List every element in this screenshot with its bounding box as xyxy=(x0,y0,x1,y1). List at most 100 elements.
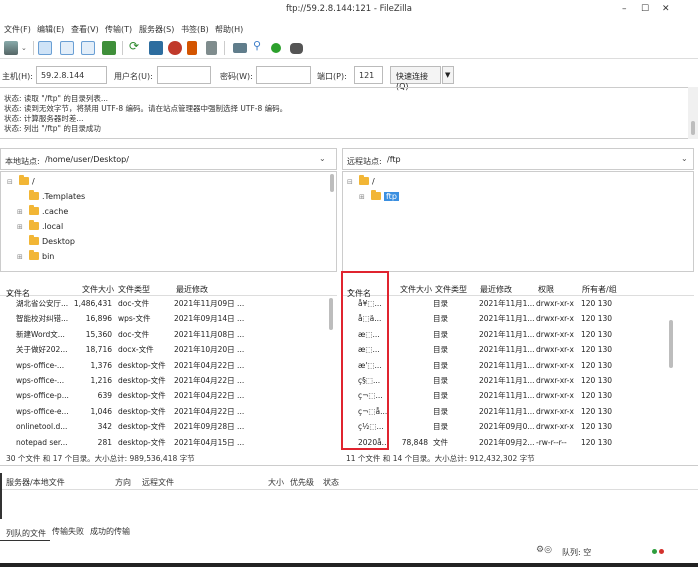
folder-icon xyxy=(29,235,39,245)
local-path-bar: 本地站点: /home/user/Desktop/ ⌄ xyxy=(0,148,337,170)
table-row[interactable]: wps-office-... 1,376 desktop-文件 2021年04月… xyxy=(0,358,326,373)
cancel-icon[interactable] xyxy=(168,41,182,55)
menu-server[interactable]: 服务器(S) xyxy=(139,24,174,35)
site-manager-icon[interactable] xyxy=(4,41,18,55)
quickconnect-button[interactable]: 快速连接(Q) xyxy=(390,66,441,91)
settings-gear-icon[interactable]: ⚙◎ xyxy=(536,545,552,555)
close-icon[interactable]: ✕ xyxy=(662,4,670,14)
sync-browse-icon[interactable] xyxy=(271,43,281,53)
password-label: 密码(W): xyxy=(220,72,253,81)
status-led-icon xyxy=(652,549,657,554)
local-path-input[interactable]: /home/user/Desktop/ xyxy=(41,153,333,167)
minimize-icon[interactable]: – xyxy=(622,4,627,14)
log-line: 状态: 列出 "/ftp" 的目录成功 xyxy=(4,124,101,133)
column-header-type[interactable]: 文件类型 xyxy=(435,284,467,295)
reconnect-icon[interactable] xyxy=(206,41,217,55)
dropdown-arrow-icon[interactable]: ▼ xyxy=(442,66,454,84)
queue-col-direction[interactable]: 方向 xyxy=(115,477,131,488)
menu-bar: 文件(F) 编辑(E) 查看(V) 传输(T) 服务器(S) 书签(B) 帮助(… xyxy=(0,22,698,36)
status-led-icon xyxy=(659,549,664,554)
menu-help[interactable]: 帮助(H) xyxy=(215,24,243,35)
folder-icon xyxy=(19,175,29,185)
queue-col-status[interactable]: 状态 xyxy=(323,477,339,488)
column-header-size[interactable]: 文件大小 xyxy=(400,284,432,295)
table-row[interactable]: æ⬚... 目录 2021年11月1... drwxr-xr-x 120 130 xyxy=(342,327,668,342)
message-log: 状态: 读取 "/ftp" 的目录列表... 状态: 读到无效字节，将禁用 UT… xyxy=(0,87,688,139)
local-tree-scrollbar[interactable] xyxy=(327,172,336,271)
column-header-size[interactable]: 文件大小 xyxy=(82,284,114,295)
table-row[interactable]: ç¬⬚å... 目录 2021年11月1... drwxr-xr-x 120 1… xyxy=(342,404,668,419)
toggle-log-icon[interactable] xyxy=(38,41,52,55)
dropdown-arrow-icon[interactable]: ⌄ xyxy=(21,44,29,58)
toggle-local-tree-icon[interactable] xyxy=(60,41,74,55)
chevron-down-icon[interactable]: ⌄ xyxy=(319,154,326,163)
remote-status: 11 个文件 和 14 个目录。大小总计: 912,432,302 字节 xyxy=(346,454,535,463)
toggle-queue-icon[interactable] xyxy=(102,41,116,55)
port-input[interactable]: 121 xyxy=(354,66,383,84)
table-row[interactable]: 湖北省公安厅... 1,486,431 doc-文件 2021年11月09日 .… xyxy=(0,296,326,311)
column-header-modified[interactable]: 最近修改 xyxy=(176,284,208,295)
maximize-icon[interactable]: ☐ xyxy=(641,4,649,14)
table-row[interactable]: 2020å... 78,848 文件 2021年09月2... -rw-r--r… xyxy=(342,435,668,450)
table-row[interactable]: ç¬⬚... 目录 2021年11月1... drwxr-xr-x 120 13… xyxy=(342,388,668,403)
remote-list-scrollbar[interactable] xyxy=(667,296,676,450)
menu-file[interactable]: 文件(F) xyxy=(4,24,31,35)
table-row[interactable]: å¥⬚... 目录 2021年11月1... drwxr-xr-x 120 13… xyxy=(342,296,668,311)
table-row[interactable]: å⬚ä... 目录 2021年11月1... drwxr-xr-x 120 13… xyxy=(342,311,668,326)
log-scrollbar[interactable] xyxy=(688,87,698,139)
compare-icon[interactable]: ⚲ xyxy=(253,39,267,53)
menu-view[interactable]: 查看(V) xyxy=(71,24,99,35)
remote-tree: ⊟ / ⊞ ftp xyxy=(342,171,694,272)
table-row[interactable]: æ'⬚... 目录 2021年11月1... drwxr-xr-x 120 13… xyxy=(342,358,668,373)
queue-col-priority[interactable]: 优先级 xyxy=(290,477,314,488)
disconnect-icon[interactable] xyxy=(187,41,197,55)
chevron-down-icon[interactable]: ⌄ xyxy=(681,154,688,163)
table-row[interactable]: æ⬚... 目录 2021年11月1... drwxr-xr-x 120 130 xyxy=(342,342,668,357)
table-row[interactable]: 新建Word文... 15,360 doc-文件 2021年11月08日 ... xyxy=(0,327,326,342)
table-row[interactable]: notepad ser... 281 desktop-文件 2021年04月15… xyxy=(0,435,326,450)
tab-queued-files[interactable]: 列队的文件 xyxy=(6,528,46,539)
table-row[interactable]: wps-office-... 1,216 desktop-文件 2021年04月… xyxy=(0,373,326,388)
process-queue-icon[interactable] xyxy=(149,41,163,55)
folder-icon xyxy=(29,205,39,215)
table-row[interactable]: ç½⬚... 目录 2021年09月0... drwxr-xr-x 120 13… xyxy=(342,419,668,434)
table-row[interactable]: wps-office-p... 639 desktop-文件 2021年04月2… xyxy=(0,388,326,403)
toggle-remote-tree-icon[interactable] xyxy=(81,41,95,55)
folder-icon xyxy=(29,220,39,230)
filter-icon[interactable] xyxy=(233,43,247,53)
menu-bookmarks[interactable]: 书签(B) xyxy=(181,24,209,35)
username-label: 用户名(U): xyxy=(114,72,153,81)
queue-col-size[interactable]: 大小 xyxy=(268,477,284,488)
local-tree: ⊟ / .Templates ⊞ .cache ⊞ .local Desktop… xyxy=(0,171,337,272)
column-header-modified[interactable]: 最近修改 xyxy=(480,284,512,295)
local-list-header: 文件名 ⌄ 文件大小 文件类型 最近修改 xyxy=(0,280,337,298)
remote-list-header: 文件名 ⌃ 文件大小 文件类型 最近修改 权限 所有者/组 xyxy=(342,280,694,298)
table-row[interactable]: 智能校对纠错... 16,896 wps-文件 2021年09月14日 ... xyxy=(0,311,326,326)
table-row[interactable]: ç§⬚... 目录 2021年11月1... drwxr-xr-x 120 13… xyxy=(342,373,668,388)
column-header-permissions[interactable]: 权限 xyxy=(538,284,554,295)
refresh-icon[interactable]: ⟳ xyxy=(129,39,143,53)
password-input[interactable] xyxy=(256,66,311,84)
queue-col-remote[interactable]: 远程文件 xyxy=(142,477,174,488)
tab-failed-transfers[interactable]: 传输失败 xyxy=(52,526,84,537)
username-input[interactable] xyxy=(157,66,211,84)
tab-successful-transfers[interactable]: 成功的传输 xyxy=(90,526,130,537)
column-header-owner[interactable]: 所有者/组 xyxy=(582,284,617,295)
remote-path-bar: 远程站点: /ftp ⌄ xyxy=(342,148,694,170)
menu-edit[interactable]: 编辑(E) xyxy=(37,24,64,35)
local-list-scrollbar[interactable] xyxy=(327,296,335,450)
remote-file-list: å¥⬚... 目录 2021年11月1... drwxr-xr-x 120 13… xyxy=(342,296,694,450)
find-icon[interactable] xyxy=(290,43,303,54)
queue-col-server-local[interactable]: 服务器/本地文件 xyxy=(6,477,65,488)
remote-path-input[interactable]: /ftp xyxy=(383,153,675,167)
host-input[interactable]: 59.2.8.144 xyxy=(36,66,107,84)
local-file-list: 湖北省公安厅... 1,486,431 doc-文件 2021年11月09日 .… xyxy=(0,296,337,450)
log-line: 状态: 读取 "/ftp" 的目录列表... xyxy=(4,94,108,103)
menu-transfer[interactable]: 传输(T) xyxy=(105,24,132,35)
table-row[interactable]: wps-office-e... 1,046 desktop-文件 2021年04… xyxy=(0,404,326,419)
table-row[interactable]: onlinetool.d... 342 desktop-文件 2021年09月2… xyxy=(0,419,326,434)
column-header-type[interactable]: 文件类型 xyxy=(118,284,150,295)
folder-icon xyxy=(359,175,369,185)
table-row[interactable]: 关于做好202... 18,716 docx-文件 2021年10月20日 ..… xyxy=(0,342,326,357)
remote-path-label: 远程站点: xyxy=(347,157,382,166)
